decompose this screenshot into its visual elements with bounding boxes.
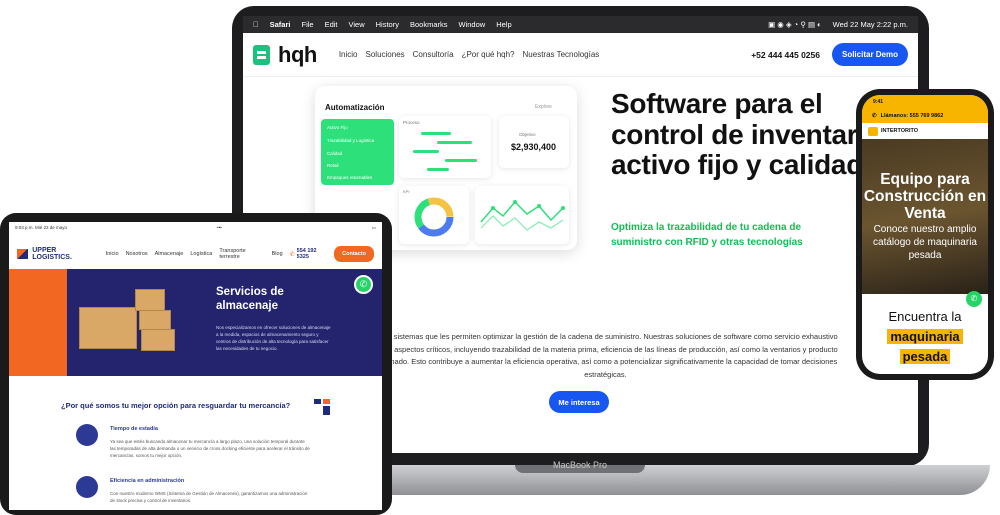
iphone-statusbar: 9:41 [862,95,988,109]
bull-logo-icon[interactable] [868,126,878,136]
find-heading: Encuentra la maquinaria pesada [862,307,988,367]
hqh-navbar: hqh Inicio Soluciones Consultoría ¿Por q… [243,33,918,77]
dashboard-search: Explore [535,104,552,110]
dashboard-title: Automatización [325,103,385,112]
nav-por-que[interactable]: ¿Por qué hqh? [462,50,515,59]
banner-orange-block [9,269,67,376]
iphone-hero-title: Equipo para Construcción en Venta [863,171,987,222]
dash-menu-item: Retail [327,163,339,168]
call-text[interactable]: Llámanos: 555 769 9862 [881,113,944,119]
upper-phone[interactable]: 554 192 5325 [297,248,328,260]
why-title: ¿Por qué somos tu mejor opción para resg… [61,401,291,410]
upper-mark-icon [314,399,330,415]
contacto-button[interactable]: Contacto [334,246,374,262]
macbook-label: MacBook Pro [552,460,608,470]
banner-title: Servicios de almacenaje [216,286,284,312]
whatsapp-icon[interactable]: ✆ [354,275,373,294]
hqh-logo-icon[interactable] [253,44,270,65]
intertorito-header: INTERTORITO [862,123,988,139]
gantt-chart [413,132,477,171]
phone-icon: ✆ [872,113,877,119]
objective-card: Objetivo $2,930,400 [499,116,569,168]
apple-icon[interactable]:  [253,20,259,29]
gantt-card: Proceso [399,116,491,178]
objective-value: $2,930,400 [511,142,557,152]
dash-menu-item: Activo Fijo [327,125,348,130]
objective-label: Objetivo [519,132,536,137]
hqh-logo-text[interactable]: hqh [278,42,317,68]
ip-nav-blog[interactable]: Blog [272,251,283,257]
iphone-screen: 9:41 ✆ Llámanos: 555 769 9862 INTERTORIT… [862,95,988,374]
call-bar[interactable]: ✆ Llámanos: 555 769 9862 [862,109,988,123]
menu-safari[interactable]: Safari [270,20,291,29]
macos-menubar:  Safari File Edit View History Bookmark… [243,16,918,33]
calendar-icon [76,424,98,446]
upper-logo-text[interactable]: UPPER LOGISTICS. [32,247,94,261]
status-icons[interactable]: ▣ ◉ ◈ ◔ ⚲ ▤ ◐ [768,20,822,29]
dash-menu-item: Calidad [327,151,343,156]
find-line-1: Encuentra la [888,309,962,324]
menu-file[interactable]: File [301,20,313,29]
dash-menu-item: Empaques retornables [327,175,373,180]
ipad-statusbar: 9:03 p.m. Mié 22 de mayo ••• ▭ [9,222,382,234]
nav-tecnologias[interactable]: Nuestras Tecnologías [523,50,600,59]
me-interesa-button[interactable]: Me interesa [549,391,609,413]
nav-inicio[interactable]: Inicio [339,50,358,59]
menu-view[interactable]: View [349,20,365,29]
ip-nav-transporte[interactable]: Transporte terrestre [219,248,264,260]
nav-consultoria[interactable]: Consultoría [413,50,454,59]
ipad-status-left: 9:03 p.m. Mié 22 de mayo [15,225,68,230]
document-icon [76,476,98,498]
iphone-hero-desc: Conoce nuestro amplio catálogo de maquin… [873,224,977,261]
ip-nav-inicio[interactable]: Inicio [106,251,119,257]
dashboard-menu: Activo Fijo Trazabilidad y Logística Cal… [321,119,394,185]
find-highlight-1: maquinaria [887,329,963,344]
solicitar-demo-button[interactable]: Solicitar Demo [831,43,908,66]
menu-help[interactable]: Help [496,20,511,29]
find-highlight-2: pesada [899,349,951,364]
ip-nav-logistica[interactable]: Logística [190,251,212,257]
line-card [475,186,569,244]
nav-soluciones[interactable]: Soluciones [366,50,405,59]
menu-edit[interactable]: Edit [325,20,338,29]
line-chart [480,200,565,231]
hqh-phone[interactable]: +52 444 445 0256 [751,50,820,60]
menubar-clock[interactable]: Wed 22 May 2:22 p.m. [833,20,908,29]
battery-icon: ▭ [371,225,376,230]
dash-menu-item: Trazabilidad y Logística [327,138,375,143]
phone-icon: ✆ [289,251,295,258]
ip-nav-nosotros[interactable]: Nosotros [126,251,148,257]
donut-chart [414,197,454,237]
intertorito-brand[interactable]: INTERTORITO [881,128,918,134]
ip-nav-almacenaje[interactable]: Almacenaje [155,251,184,257]
feature-title: Tiempo de estadía [110,426,158,432]
feature-text: Ya sea que estés buscando almacenar tu m… [110,439,310,458]
feature-title: Eficiencia en administración [110,478,185,484]
upper-navbar: UPPER LOGISTICS. Inicio Nosotros Almacen… [9,241,382,267]
intro-paragraph: resas sistemas que les permiten optimiza… [373,332,838,379]
upper-logo-icon[interactable] [17,249,29,259]
ipad-screen: 9:03 p.m. Mié 22 de mayo ••• ▭ UPPER LOG… [9,222,382,510]
menu-window[interactable]: Window [459,20,486,29]
feature-text: Con nuestro moderno WMS (Sistema de Gest… [110,491,308,503]
donut-card: KPI [399,186,469,244]
banner-text: Nos especializamos en ofrecer soluciones… [216,325,331,351]
menu-history[interactable]: History [376,20,399,29]
whatsapp-icon[interactable]: ✆ [966,291,982,307]
menu-bookmarks[interactable]: Bookmarks [410,20,448,29]
iphone-time: 9:41 [873,99,884,105]
hero-subtitle: Optimiza la trazabilidad de tu cadena de… [611,222,803,248]
ipad-status-center: ••• [217,225,222,230]
